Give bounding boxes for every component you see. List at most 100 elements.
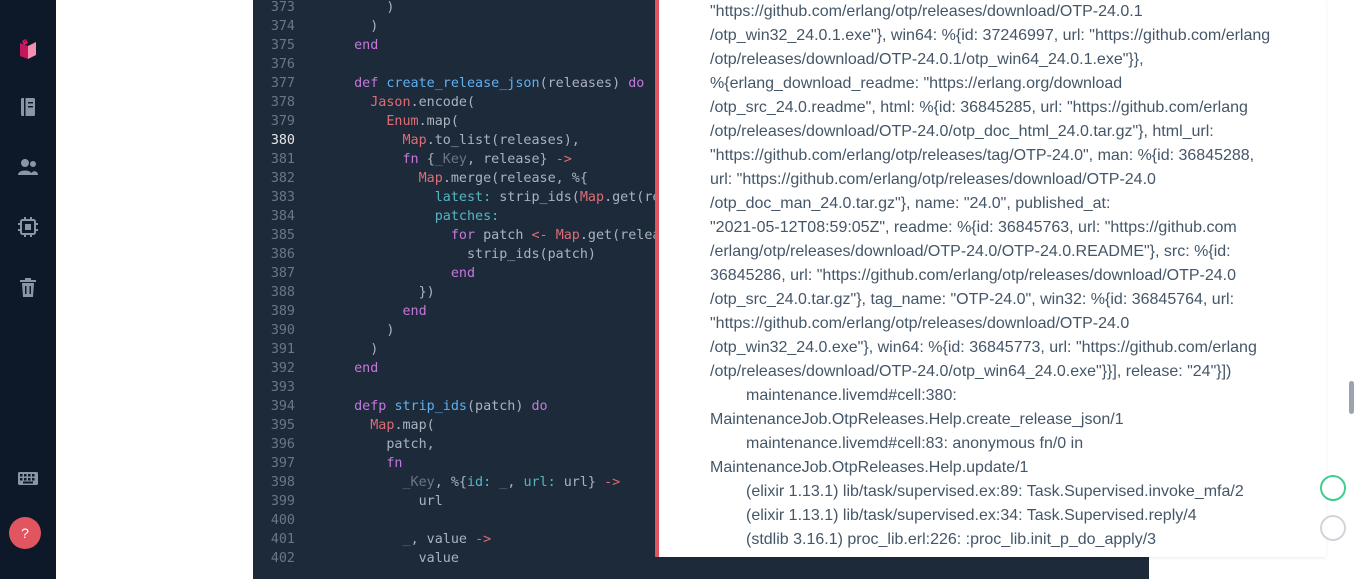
code-token: end xyxy=(338,304,427,319)
code-token: , xyxy=(507,475,524,490)
code-token: strip_ids(patch) xyxy=(338,247,596,262)
code-token: strip_ids xyxy=(394,399,467,414)
code-token: ) xyxy=(338,0,395,15)
error-line: /otp_src_24.0.tar.gz"}, tag_name: "OTP-2… xyxy=(710,291,1235,308)
code-token: -> xyxy=(475,532,492,547)
sidebar-item-shortcuts[interactable] xyxy=(0,462,56,494)
code-token: ) xyxy=(338,342,379,357)
error-line: url: "https://github.com/erlang/otp/rele… xyxy=(710,171,1156,188)
code-token: , value xyxy=(410,532,476,547)
code-token: latest: xyxy=(338,190,500,205)
code-token: create_release_json xyxy=(386,76,540,91)
code-token: { xyxy=(426,152,435,167)
users-icon xyxy=(18,159,38,175)
livebook-logo[interactable] xyxy=(0,32,56,66)
error-line: "https://github.com/erlang/otp/releases/… xyxy=(710,147,1255,164)
code-token: fn xyxy=(338,152,427,167)
error-line: /otp/releases/download/OTP-24.0/otp_doc_… xyxy=(710,123,1214,140)
error-output-text: "https://github.com/erlang/otp/releases/… xyxy=(710,0,1315,552)
code-token: Map xyxy=(338,133,427,148)
code-token: _Key xyxy=(338,475,435,490)
error-line: /otp/releases/download/OTP-24.0.1/otp_wi… xyxy=(710,51,1144,68)
code-token: .merge(release, %{ xyxy=(442,171,588,186)
line-number: 391 xyxy=(270,342,295,357)
book-icon xyxy=(21,98,35,116)
error-line: /otp_win32_24.0.exe"}, win64: %{id: 3684… xyxy=(710,339,1257,356)
code-token: (releases) xyxy=(539,76,629,91)
error-line: maintenance.livemd#cell:380: xyxy=(746,387,957,404)
code-token: , release} xyxy=(467,152,556,167)
error-line: %{erlang_download_readme: "https://erlan… xyxy=(710,75,1123,92)
code-token: def xyxy=(338,76,387,91)
code-token: <- xyxy=(531,228,556,243)
code-token: end xyxy=(338,266,476,281)
error-output-panel: "https://github.com/erlang/otp/releases/… xyxy=(655,0,1326,557)
error-line: MaintenanceJob.OtpReleases.Help.update/1 xyxy=(710,459,1029,476)
help-button[interactable]: ? xyxy=(9,517,41,549)
secondary-status-button[interactable] xyxy=(1320,515,1346,541)
code-token: Map xyxy=(579,190,605,205)
sidebar: ? xyxy=(0,0,56,579)
code-token: Map xyxy=(555,228,580,243)
line-number: 383 xyxy=(270,190,295,205)
code-token: patch, xyxy=(338,437,435,452)
sidebar-item-bin[interactable] xyxy=(0,272,56,304)
line-number: 392 xyxy=(270,361,295,376)
line-number: 401 xyxy=(270,532,295,547)
cpu-chip-icon xyxy=(18,217,38,237)
line-number: 380 xyxy=(270,133,295,148)
code-token: do xyxy=(628,76,645,91)
code-token: , %{ xyxy=(434,475,467,490)
trash-icon xyxy=(20,278,36,297)
line-number: 397 xyxy=(270,456,295,471)
scrollbar-thumb[interactable] xyxy=(1349,381,1354,414)
code-token: ) xyxy=(338,323,395,338)
code-token: -> xyxy=(555,152,572,167)
sidebar-item-users[interactable] xyxy=(0,151,56,183)
error-line: /otp/releases/download/OTP-24.0/otp_win6… xyxy=(710,363,1232,380)
line-number: 400 xyxy=(270,513,295,528)
error-line: (stdlib 3.16.1) proc_lib.erl:226: :proc_… xyxy=(746,531,1157,548)
code-token: id: xyxy=(467,475,500,490)
code-token: defp xyxy=(338,399,395,414)
line-number: 385 xyxy=(270,228,295,243)
line-number: 375 xyxy=(270,38,295,53)
line-number: 388 xyxy=(270,285,295,300)
error-line: (elixir 1.13.1) lib/task/supervised.ex:3… xyxy=(746,507,1197,524)
keyboard-icon xyxy=(18,472,38,485)
code-token: ) xyxy=(338,19,379,34)
code-token: patches: xyxy=(338,209,500,224)
line-number: 389 xyxy=(270,304,295,319)
error-line: (elixir 1.13.1) lib/task/supervised.ex:8… xyxy=(746,483,1244,500)
code-token: for xyxy=(338,228,484,243)
error-line: /otp_win32_24.0.1.exe"}, win64: %{id: 37… xyxy=(710,27,1271,44)
code-token: -> xyxy=(604,475,621,490)
code-token: .map( xyxy=(418,114,459,129)
line-number: 402 xyxy=(270,551,295,566)
code-token: url} xyxy=(563,475,605,490)
sidebar-item-notebooks[interactable] xyxy=(0,91,56,123)
code-token: .get(relea xyxy=(579,228,661,243)
code-token: url xyxy=(338,494,443,509)
notebook-logo-icon xyxy=(20,39,36,59)
error-line: /erlang/otp/releases/download/OTP-24.0/O… xyxy=(710,243,1231,260)
line-number: 395 xyxy=(270,418,295,433)
line-number: 382 xyxy=(270,171,295,186)
line-number: 374 xyxy=(270,19,295,34)
line-number: 387 xyxy=(270,266,295,281)
code-token: .to_list(releases), xyxy=(426,133,580,148)
line-number: 373 xyxy=(270,0,295,15)
evaluation-status-button[interactable] xyxy=(1320,475,1346,501)
code-token: Map xyxy=(338,171,443,186)
error-line: "https://github.com/erlang/otp/releases/… xyxy=(710,3,1143,20)
error-line: maintenance.livemd#cell:83: anonymous fn… xyxy=(746,435,1084,452)
line-number: 379 xyxy=(270,114,295,129)
line-number: 376 xyxy=(270,57,295,72)
line-number: 384 xyxy=(270,209,295,224)
error-line: 36845286, url: "https://github.com/erlan… xyxy=(710,267,1236,284)
sidebar-item-runtime[interactable] xyxy=(0,211,56,243)
error-line: MaintenanceJob.OtpReleases.Help.create_r… xyxy=(710,411,1124,428)
code-token: Enum xyxy=(338,114,419,129)
line-number: 390 xyxy=(270,323,295,338)
error-line: "https://github.com/erlang/otp/releases/… xyxy=(710,315,1130,332)
